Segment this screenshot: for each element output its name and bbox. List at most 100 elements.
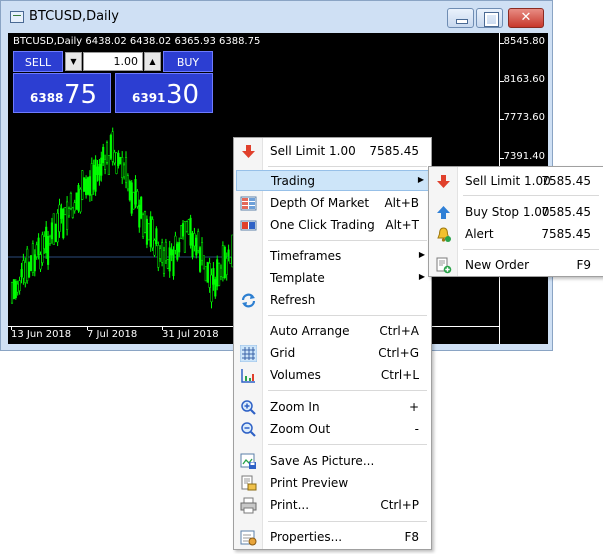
- menu-item-timeframes[interactable]: Timeframes ▶: [236, 246, 429, 267]
- candle-body: [159, 248, 162, 259]
- menu-item-zoom-in[interactable]: Zoom In +: [236, 397, 429, 418]
- candle-body: [56, 212, 59, 243]
- close-button[interactable]: ✕: [508, 8, 544, 28]
- menu-item-template[interactable]: Template ▶: [236, 268, 429, 289]
- candle-body: [92, 164, 95, 190]
- candle-body: [185, 221, 188, 232]
- menu-item-save-as-picture[interactable]: Save As Picture...: [236, 451, 429, 472]
- candle-body: [147, 223, 150, 241]
- candle-body: [191, 233, 194, 258]
- candle-body: [22, 260, 25, 279]
- menu-item-auto-arrange[interactable]: Auto Arrange Ctrl+A: [236, 321, 429, 342]
- candle-body: [202, 255, 205, 270]
- candle-body: [178, 242, 181, 253]
- title-bar[interactable]: BTCUSD,Daily ✕: [1, 1, 552, 31]
- candle-body: [181, 223, 185, 237]
- candle-body: [223, 246, 226, 279]
- candle-body: [187, 219, 190, 235]
- candle-body: [143, 211, 147, 233]
- candle-body: [170, 248, 173, 256]
- candle-body: [119, 157, 122, 165]
- candle-body: [45, 226, 48, 254]
- candle-body: [126, 175, 129, 190]
- volume-decrease-button[interactable]: ▼: [65, 52, 82, 71]
- sell-quote-button[interactable]: 6388 75: [13, 73, 111, 113]
- menu-item-grid[interactable]: Grid Ctrl+G: [236, 343, 429, 364]
- sell-arrow-icon: [242, 145, 255, 158]
- volume-input[interactable]: 1.00: [83, 52, 143, 71]
- candle-body: [176, 243, 179, 260]
- candle-body: [69, 193, 72, 209]
- zoom-out-icon: [241, 422, 256, 437]
- candle-body: [174, 235, 177, 251]
- buy-quote-button[interactable]: 6391 30: [115, 73, 213, 113]
- submenu-item-alert[interactable]: Alert 7585.45: [431, 224, 601, 245]
- print-icon: [240, 497, 257, 514]
- menu-item-trading[interactable]: Trading ▶: [236, 170, 429, 191]
- volume-increase-button[interactable]: ▲: [144, 52, 161, 71]
- sell-button[interactable]: SELL: [13, 51, 63, 72]
- menu-separator: [268, 315, 427, 316]
- candle-body: [73, 202, 76, 212]
- menu-item-sell-limit[interactable]: Sell Limit 1.00 7585.45: [236, 141, 429, 162]
- menu-item-volumes[interactable]: Volumes Ctrl+L: [236, 365, 429, 386]
- price-label: 8545.80: [503, 36, 545, 47]
- menu-item-refresh[interactable]: Refresh: [236, 290, 429, 311]
- zoom-in-icon: [241, 400, 256, 415]
- buy-button[interactable]: BUY: [163, 51, 213, 72]
- submenu-item-new-order[interactable]: New Order F9: [431, 255, 601, 276]
- candle-body: [151, 219, 154, 249]
- candle-body: [66, 201, 69, 230]
- candle-body: [214, 279, 217, 297]
- submenu-item-sell-limit[interactable]: Sell Limit 1.00 7585.45: [431, 171, 601, 192]
- menu-item-print-preview[interactable]: Print Preview: [236, 473, 429, 494]
- candle-body: [218, 262, 221, 286]
- candle-body: [88, 176, 91, 196]
- menu-item-print[interactable]: Print... Ctrl+P: [236, 495, 429, 516]
- menu-item-zoom-out[interactable]: Zoom Out -: [236, 419, 429, 440]
- candle-body: [52, 213, 55, 245]
- one-click-trading-panel: SELL ▼ 1.00 ▲ BUY 6388 75 6391 30: [13, 51, 213, 115]
- candle-body: [86, 177, 90, 195]
- save-picture-icon: [240, 453, 256, 469]
- candle-body: [96, 166, 99, 176]
- menu-separator: [268, 240, 427, 241]
- buy-price-prefix: 6391: [132, 91, 166, 105]
- time-label: 13 Jun 2018: [11, 329, 72, 340]
- candle-body: [172, 250, 175, 277]
- candle-body: [199, 247, 202, 272]
- submenu-arrow-icon: ▶: [418, 250, 425, 259]
- candle-body: [168, 247, 171, 272]
- candle-body: [155, 228, 158, 245]
- menu-item-one-click-trading[interactable]: One Click Trading Alt+T: [236, 215, 429, 236]
- candle-body: [180, 225, 183, 239]
- candle-body: [109, 135, 112, 159]
- candle-body: [130, 182, 133, 214]
- candle-body: [111, 131, 114, 162]
- candle-body: [113, 152, 116, 164]
- time-label: 7 Jul 2018: [87, 329, 138, 340]
- grid-icon: [240, 345, 257, 362]
- candle-body: [77, 185, 80, 211]
- sell-price-pips: 75: [64, 80, 98, 110]
- candle-body: [221, 245, 224, 278]
- minimize-button[interactable]: [447, 8, 474, 28]
- menu-item-depth-of-market[interactable]: Depth Of Market Alt+B: [236, 193, 429, 214]
- candle-body: [142, 214, 145, 237]
- candle-body: [210, 274, 213, 303]
- candle-body: [50, 222, 53, 240]
- candle-body: [183, 221, 186, 253]
- candle-body: [94, 159, 97, 192]
- candle-body: [195, 237, 198, 256]
- maximize-button[interactable]: [476, 8, 503, 28]
- depth-of-market-icon: [240, 196, 257, 211]
- submenu-item-buy-stop[interactable]: Buy Stop 1.00 7585.45: [431, 202, 601, 223]
- candle-body: [208, 262, 211, 288]
- candle-body: [79, 188, 82, 213]
- candle-body: [136, 191, 139, 207]
- candle-body: [123, 164, 126, 178]
- candle-body: [193, 233, 196, 247]
- candle-body: [10, 282, 14, 304]
- candle-body: [18, 280, 21, 291]
- menu-item-properties[interactable]: Properties... F8: [236, 527, 429, 548]
